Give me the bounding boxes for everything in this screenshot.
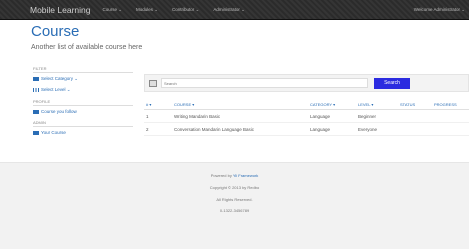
profile-heading: PROFILE (33, 99, 133, 106)
row-num: 2 (146, 126, 149, 132)
table-row[interactable]: 2 Conversation Mandarin Language Basic L… (144, 123, 469, 136)
col-status-header: STATUS (400, 102, 416, 107)
table-row[interactable]: 1 Writing Mandarin Basic Language Beginn… (144, 110, 469, 123)
course-you-follow-link[interactable]: Course you follow (33, 109, 133, 114)
profile-group: PROFILE Course you follow (33, 99, 133, 114)
filter-heading: FILTER (33, 66, 133, 73)
admin-group: ADMIN Your Course (33, 120, 133, 135)
framework-link[interactable]: Yii Framework (233, 173, 258, 178)
powered-by-line: Powered by Yii Framework (0, 173, 469, 178)
nav-administrator-menu[interactable]: Administrator ⌄ (213, 7, 245, 13)
your-course-link[interactable]: Your Course (33, 130, 133, 135)
col-category-header[interactable]: CATEGORY ▾ (310, 102, 358, 109)
search-input[interactable] (161, 78, 368, 88)
page-footer: Powered by Yii Framework Copyright © 201… (0, 162, 469, 249)
search-icon (149, 79, 157, 87)
row-num: 1 (146, 113, 149, 119)
col-level-header[interactable]: LEVEL ▾ (358, 102, 400, 109)
phone-text: 0-1322-3456789 (219, 208, 250, 213)
row-course[interactable]: Conversation Mandarin Language Basic (174, 127, 310, 132)
copyright-text: Copyright © 2013 by Redbo (209, 185, 260, 190)
bar-chart-icon (33, 88, 39, 92)
row-category: Language (310, 113, 331, 119)
nav-course-menu[interactable]: Course ⌄ (102, 7, 122, 13)
powered-by-text: Powered by (210, 173, 232, 178)
row-level: Everyone (358, 126, 378, 132)
row-course[interactable]: Writing Mandarin Basic (174, 114, 310, 119)
select-level-label: Select Level ⌄ (41, 87, 71, 92)
course-you-follow-label: Course you follow (41, 109, 77, 114)
nav-contributor-menu[interactable]: Contributor ⌄ (172, 7, 199, 13)
list-icon (33, 77, 39, 81)
rights-text: All Rights Reserved. (216, 197, 253, 202)
grid-icon (33, 130, 39, 135)
row-category: Language (310, 126, 331, 132)
select-level-dropdown[interactable]: Select Level ⌄ (33, 87, 133, 93)
select-category-dropdown[interactable]: Select Category ⌄ (33, 76, 133, 82)
search-button[interactable]: Search (374, 77, 410, 89)
admin-heading: ADMIN (33, 120, 133, 127)
page-title: Course (31, 23, 80, 40)
page-subtitle: Another list of available course here (31, 44, 143, 51)
col-course-header[interactable]: COURSE ▾ (174, 102, 310, 109)
app-brand[interactable]: Mobile Learning (30, 5, 90, 15)
row-level: Beginner (358, 113, 377, 119)
filter-group: FILTER Select Category ⌄ Select Level ⌄ (33, 66, 133, 93)
nav-menu: Course ⌄ Modules ⌄ Contributor ⌄ Adminis… (102, 7, 258, 13)
book-icon (33, 109, 39, 114)
user-welcome-menu[interactable]: Welcome Administrator ⌄ (414, 7, 465, 13)
select-category-label: Select Category ⌄ (41, 76, 79, 81)
col-num-header[interactable]: # ▾ (144, 102, 174, 109)
table-header: # ▾ COURSE ▾ CATEGORY ▾ LEVEL ▾ STATUS P… (144, 102, 469, 110)
col-progress-header: PROGRESS (434, 102, 457, 107)
search-bar: Search (144, 74, 469, 92)
top-navbar: Mobile Learning Course ⌄ Modules ⌄ Contr… (0, 0, 469, 20)
sidebar: FILTER Select Category ⌄ Select Level ⌄ … (33, 66, 133, 141)
nav-modules-menu[interactable]: Modules ⌄ (136, 7, 158, 13)
course-table: # ▾ COURSE ▾ CATEGORY ▾ LEVEL ▾ STATUS P… (144, 102, 469, 136)
your-course-label: Your Course (41, 130, 66, 135)
